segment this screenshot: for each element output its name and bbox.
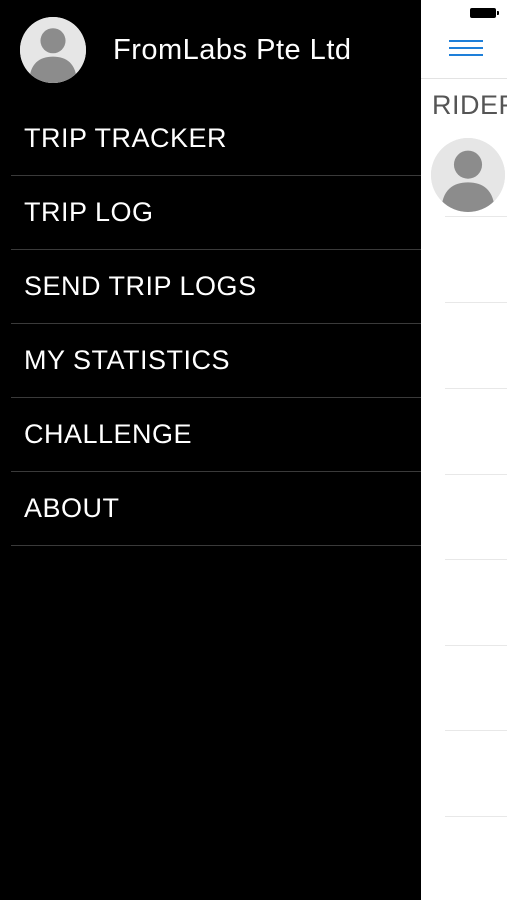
person-silhouette-icon xyxy=(20,17,86,83)
menu-item-challenge[interactable]: CHALLENGE xyxy=(11,398,421,472)
menu-item-label: TRIP TRACKER xyxy=(24,123,228,153)
profile-header[interactable]: FromLabs Pte Ltd xyxy=(20,16,352,84)
menu-item-label: SEND TRIP LOGS xyxy=(24,271,257,301)
side-drawer: FromLabs Pte Ltd TRIP TRACKER TRIP LOG S… xyxy=(0,0,421,900)
main-content: RIDER xyxy=(421,0,507,900)
nav-bar-divider xyxy=(421,78,507,79)
list-row-divider xyxy=(445,302,507,303)
list-row-divider xyxy=(445,474,507,475)
list-row-divider xyxy=(445,730,507,731)
drawer-menu: TRIP TRACKER TRIP LOG SEND TRIP LOGS MY … xyxy=(0,102,421,546)
profile-name: FromLabs Pte Ltd xyxy=(113,33,352,66)
app-screen: RIDER FromLabs Pte Lt xyxy=(0,0,507,900)
list-row-divider xyxy=(445,645,507,646)
menu-item-label: CHALLENGE xyxy=(24,419,193,449)
person-silhouette-icon xyxy=(431,138,505,212)
avatar[interactable] xyxy=(20,17,86,83)
menu-item-about[interactable]: ABOUT xyxy=(11,472,421,546)
list-row-divider xyxy=(445,388,507,389)
battery-icon xyxy=(470,8,499,18)
rider-avatar[interactable] xyxy=(431,138,505,212)
menu-item-trip-log[interactable]: TRIP LOG xyxy=(11,176,421,250)
menu-item-label: TRIP LOG xyxy=(24,197,154,227)
menu-item-label: ABOUT xyxy=(24,493,120,523)
menu-item-send-trip-logs[interactable]: SEND TRIP LOGS xyxy=(11,250,421,324)
section-label-rider: RIDER xyxy=(432,90,507,120)
menu-item-trip-tracker[interactable]: TRIP TRACKER xyxy=(11,102,421,176)
hamburger-icon[interactable] xyxy=(449,36,483,64)
list-row-divider xyxy=(445,216,507,217)
list-row-divider xyxy=(445,816,507,817)
menu-item-label: MY STATISTICS xyxy=(24,345,231,375)
list-row-divider xyxy=(445,559,507,560)
menu-item-my-statistics[interactable]: MY STATISTICS xyxy=(11,324,421,398)
